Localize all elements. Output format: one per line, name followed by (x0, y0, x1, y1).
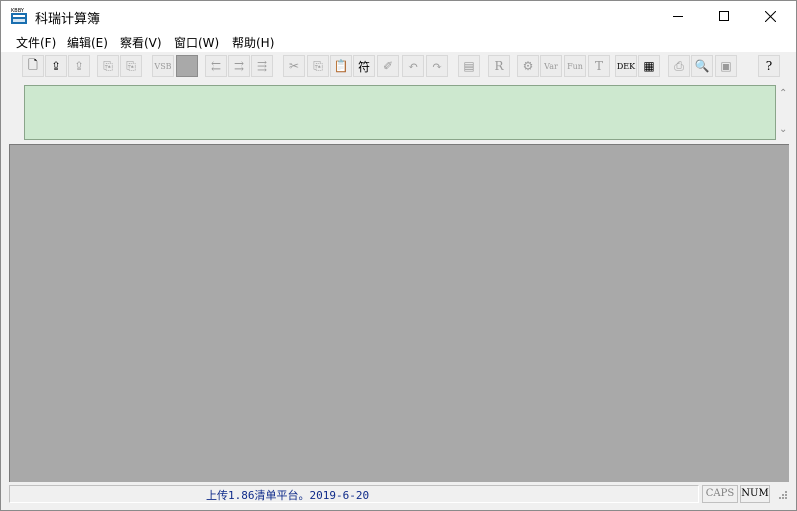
vsb-button[interactable]: VSB (152, 55, 174, 77)
copy-button[interactable]: ⎘ (307, 55, 329, 77)
arrow-left-button[interactable]: ⇇ (205, 55, 227, 77)
new-document-icon: 🗋 (28, 57, 38, 72)
app-icon: KBBY (11, 8, 27, 24)
var-button[interactable]: Var (540, 55, 562, 77)
image-icon: ▣ (720, 59, 732, 73)
undo-icon: ↶ (407, 59, 419, 73)
redo-button[interactable]: ↷ (426, 55, 448, 77)
menu-edit[interactable]: 编辑(E) (67, 34, 108, 51)
menu-help[interactable]: 帮助(H) (232, 34, 274, 51)
cut-icon: ✂ (288, 59, 300, 73)
paste-page-button[interactable]: ⎘ (120, 55, 142, 77)
arrow-return-icon: ⇉ (233, 59, 245, 73)
menu-view[interactable]: 察看(V) (120, 34, 162, 51)
clear-button[interactable]: ⇶ (251, 55, 273, 77)
redo-icon: ↷ (431, 59, 443, 73)
cut-button[interactable]: ✂ (283, 55, 305, 77)
minimize-button[interactable] (655, 1, 701, 31)
scroll-up-icon[interactable]: ⌃ (779, 89, 789, 99)
status-message: 上传1.86清单平台。2019-6-20 (206, 489, 370, 502)
formula-area: ⌃ ⌄ (10, 83, 788, 142)
help-icon: ? (765, 59, 773, 73)
dek-button[interactable]: DEK (615, 55, 637, 77)
clipboard-icon: ▤ (463, 59, 475, 73)
save-icon: ⇪ (73, 59, 85, 73)
copy-icon: ⎘ (313, 58, 323, 73)
svg-text:KBBY: KBBY (11, 8, 25, 14)
maximize-button[interactable] (701, 1, 747, 31)
gear-button[interactable]: ⚙ (517, 55, 539, 77)
caps-indicator: CAPS (702, 485, 738, 503)
fun-button[interactable]: Fun (564, 55, 586, 77)
resize-grip-icon[interactable] (774, 488, 788, 502)
window-title: 科瑞计算簿 (35, 12, 101, 27)
formula-input[interactable] (24, 85, 776, 140)
font-button[interactable]: 符 (353, 55, 375, 77)
r-button[interactable]: R (488, 55, 510, 77)
paste-page-icon: ⎘ (126, 58, 136, 73)
gear-icon: ⚙ (522, 59, 534, 73)
status-main-panel: 上传1.86清单平台。2019-6-20 (9, 485, 699, 503)
help-button[interactable]: ? (758, 55, 780, 77)
print-preview-button[interactable]: 🔍 (691, 55, 713, 77)
print-preview-icon: 🔍 (694, 59, 710, 73)
maximize-icon (719, 11, 729, 21)
new-document-button[interactable]: 🗋 (22, 55, 44, 77)
clear-icon: ⇶ (256, 59, 268, 73)
copy-page-icon: ⎘ (103, 58, 113, 73)
clipboard-button[interactable]: ▤ (458, 55, 480, 77)
menu-bar: 文件(F) 编辑(E) 察看(V) 窗口(W) 帮助(H) (1, 31, 796, 52)
paste-icon: 📋 (333, 59, 349, 73)
paste-button[interactable]: 📋 (330, 55, 352, 77)
vsb-icon: VSB (154, 61, 172, 71)
close-button[interactable] (747, 1, 793, 31)
text-icon: T (594, 59, 603, 73)
calculator-icon: ▦ (643, 59, 655, 73)
scroll-down-icon[interactable]: ⌄ (779, 125, 789, 135)
num-indicator: NUM (740, 485, 770, 503)
undo-button[interactable]: ↶ (402, 55, 424, 77)
minimize-icon (673, 16, 683, 17)
arrow-left-icon: ⇇ (210, 59, 222, 73)
close-icon (764, 10, 776, 22)
save-button[interactable]: ⇪ (68, 55, 90, 77)
image-button[interactable]: ▣ (715, 55, 737, 77)
fun-icon: Fun (567, 61, 583, 71)
copy-page-button[interactable]: ⎘ (97, 55, 119, 77)
print-button[interactable]: ⎙ (668, 55, 690, 77)
menu-file[interactable]: 文件(F) (16, 34, 56, 51)
arrow-return-button[interactable]: ⇉ (228, 55, 250, 77)
calculator-button[interactable]: ▦ (638, 55, 660, 77)
toolbar: 🗋 ⇪ ⇪ ⎘ ⎘ VSB ⇇ ⇉ ⇶ ✂ ⎘ 📋 符 ✐ ↶ ↷ ▤ R ⚙ Var Fun T DEK ▦ ⎙ 🔍 ▣? (10, 53, 788, 81)
open-icon: ⇪ (50, 59, 62, 73)
dek-icon: DEK (616, 61, 636, 71)
print-icon: ⎙ (674, 58, 684, 73)
r-icon: R (494, 59, 504, 73)
app-window: KBBY 科瑞计算簿 文件(F) 编辑(E) 察看(V) 窗口(W) 帮助(H)… (0, 0, 797, 511)
text-button[interactable]: T (588, 55, 610, 77)
font-icon: 符 (357, 59, 370, 74)
open-button[interactable]: ⇪ (45, 55, 67, 77)
title-bar[interactable]: KBBY 科瑞计算簿 (1, 1, 796, 31)
status-bar: 上传1.86清单平台。2019-6-20 CAPS NUM (1, 482, 796, 510)
blank-button[interactable] (176, 55, 198, 77)
menu-window[interactable]: 窗口(W) (174, 34, 219, 51)
workspace-area[interactable] (9, 144, 789, 482)
bookmark-button[interactable]: ✐ (377, 55, 399, 77)
bookmark-icon: ✐ (382, 59, 394, 73)
var-icon: Var (544, 61, 558, 71)
